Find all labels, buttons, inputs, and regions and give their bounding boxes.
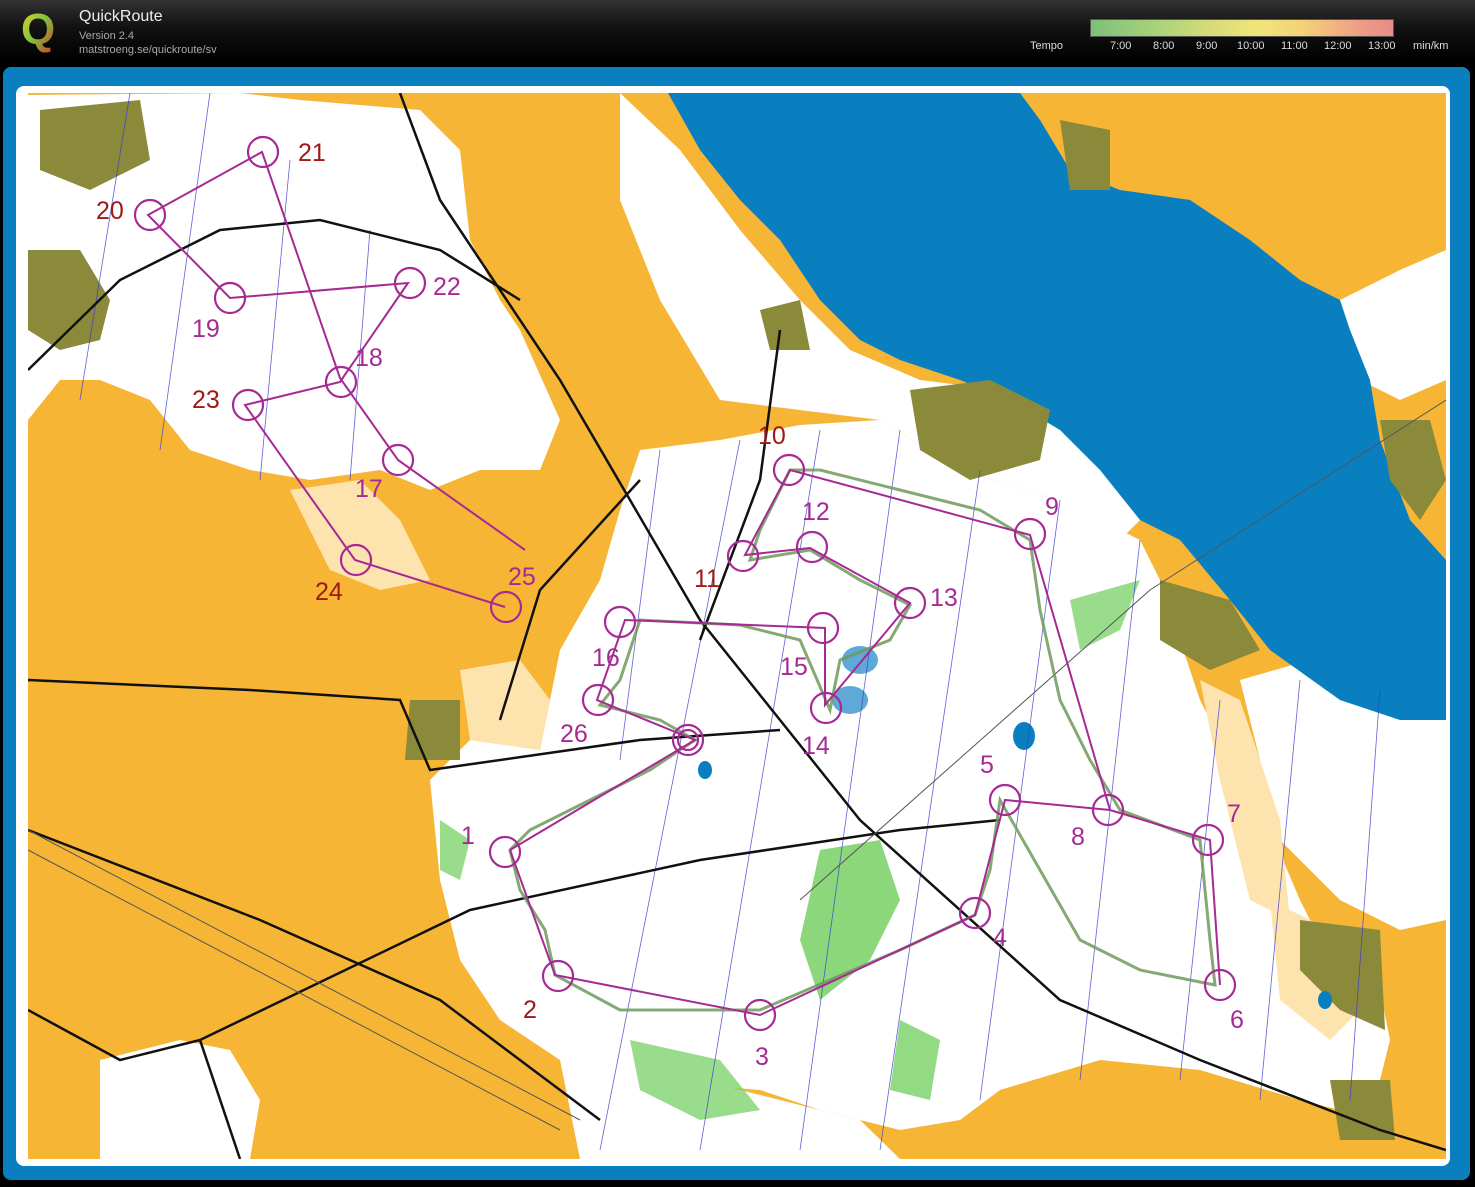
control-number-21: 21 (298, 139, 326, 167)
quickroute-logo-icon: Q (21, 6, 55, 54)
marsh (842, 646, 878, 674)
control-number-11: 11 (694, 565, 720, 593)
control-number-19: 19 (192, 315, 220, 343)
tempo-tick: 11:00 (1281, 40, 1308, 52)
tempo-tick: 9:00 (1196, 40, 1218, 52)
control-number-3: 3 (755, 1043, 769, 1071)
tempo-label: Tempo (1030, 40, 1064, 52)
tempo-tick: 13:00 (1368, 40, 1396, 52)
control-number-22: 22 (433, 273, 461, 301)
tempo-unit: min/km (1413, 40, 1449, 52)
control-number-13: 13 (930, 584, 958, 612)
app-version: Version 2.4 (79, 30, 135, 42)
tempo-tick: 7:00 (1110, 40, 1132, 52)
control-number-17: 17 (355, 475, 383, 503)
tempo-color-scale (1090, 19, 1394, 37)
pond (698, 761, 712, 779)
control-number-15: 15 (780, 653, 808, 681)
control-number-25: 25 (508, 563, 536, 591)
control-number-10: 10 (758, 422, 786, 450)
control-number-18: 18 (355, 344, 383, 372)
control-number-23: 23 (192, 386, 220, 414)
control-number-4: 4 (993, 924, 1007, 952)
orienteering-map[interactable]: 1 2 3 4 5 6 7 8 9 10 11 12 13 14 15 16 1… (28, 93, 1446, 1159)
pond (1013, 722, 1035, 750)
control-number-14: 14 (802, 732, 830, 760)
control-number-6: 6 (1230, 1006, 1244, 1034)
control-number-16: 16 (592, 644, 620, 672)
control-number-7: 7 (1227, 800, 1241, 828)
control-number-26: 26 (560, 720, 588, 748)
control-number-5: 5 (980, 751, 994, 779)
tempo-tick: 8:00 (1153, 40, 1175, 52)
control-number-1: 1 (461, 822, 475, 850)
control-number-2: 2 (523, 996, 537, 1024)
control-number-20: 20 (96, 197, 124, 225)
svg-text:Q: Q (21, 6, 55, 54)
tempo-tick: 12:00 (1324, 40, 1352, 52)
app-header: Q QuickRoute Version 2.4 matstroeng.se/q… (0, 0, 1475, 62)
control-number-12: 12 (802, 498, 830, 526)
tempo-tick: 10:00 (1237, 40, 1265, 52)
app-title: QuickRoute (79, 8, 163, 25)
control-number-9: 9 (1045, 493, 1059, 521)
control-number-8: 8 (1071, 823, 1085, 851)
pond (1318, 991, 1332, 1009)
control-number-24: 24 (315, 578, 343, 606)
app-url: matstroeng.se/quickroute/sv (79, 44, 217, 56)
